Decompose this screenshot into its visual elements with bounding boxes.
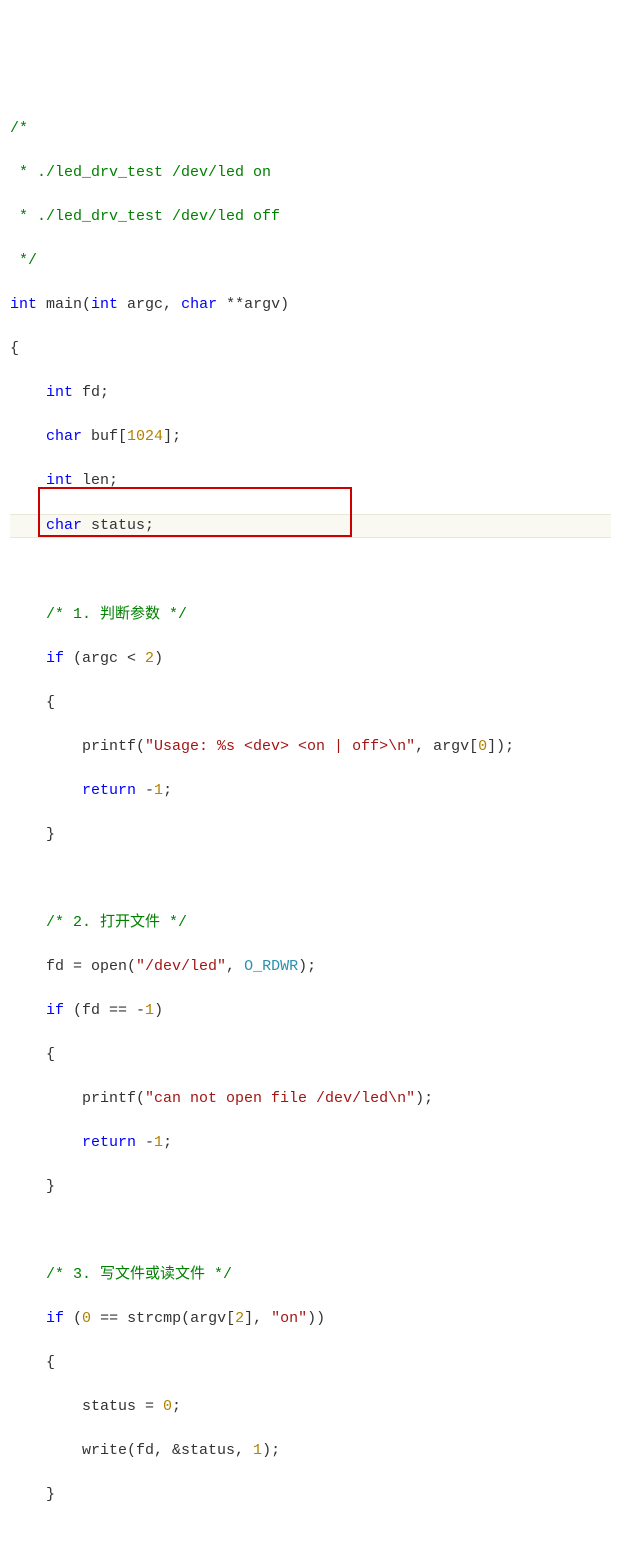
comment-l3: * ./led_drv_test /dev/led off: [10, 208, 280, 225]
highlighted-line: char status;: [10, 514, 611, 538]
kw-int: int: [10, 296, 37, 313]
code-block: /* * ./led_drv_test /dev/led on * ./led_…: [10, 96, 611, 1556]
comment-close: */: [10, 252, 37, 269]
comment-section-1: /* 1. 判断参数 */: [46, 606, 187, 623]
comment-open: /*: [10, 120, 28, 137]
brace-open: {: [10, 340, 19, 357]
comment-l2: * ./led_drv_test /dev/led on: [10, 164, 271, 181]
comment-section-3: /* 3. 写文件或读文件 */: [46, 1266, 232, 1283]
comment-section-2: /* 2. 打开文件 */: [46, 914, 187, 931]
